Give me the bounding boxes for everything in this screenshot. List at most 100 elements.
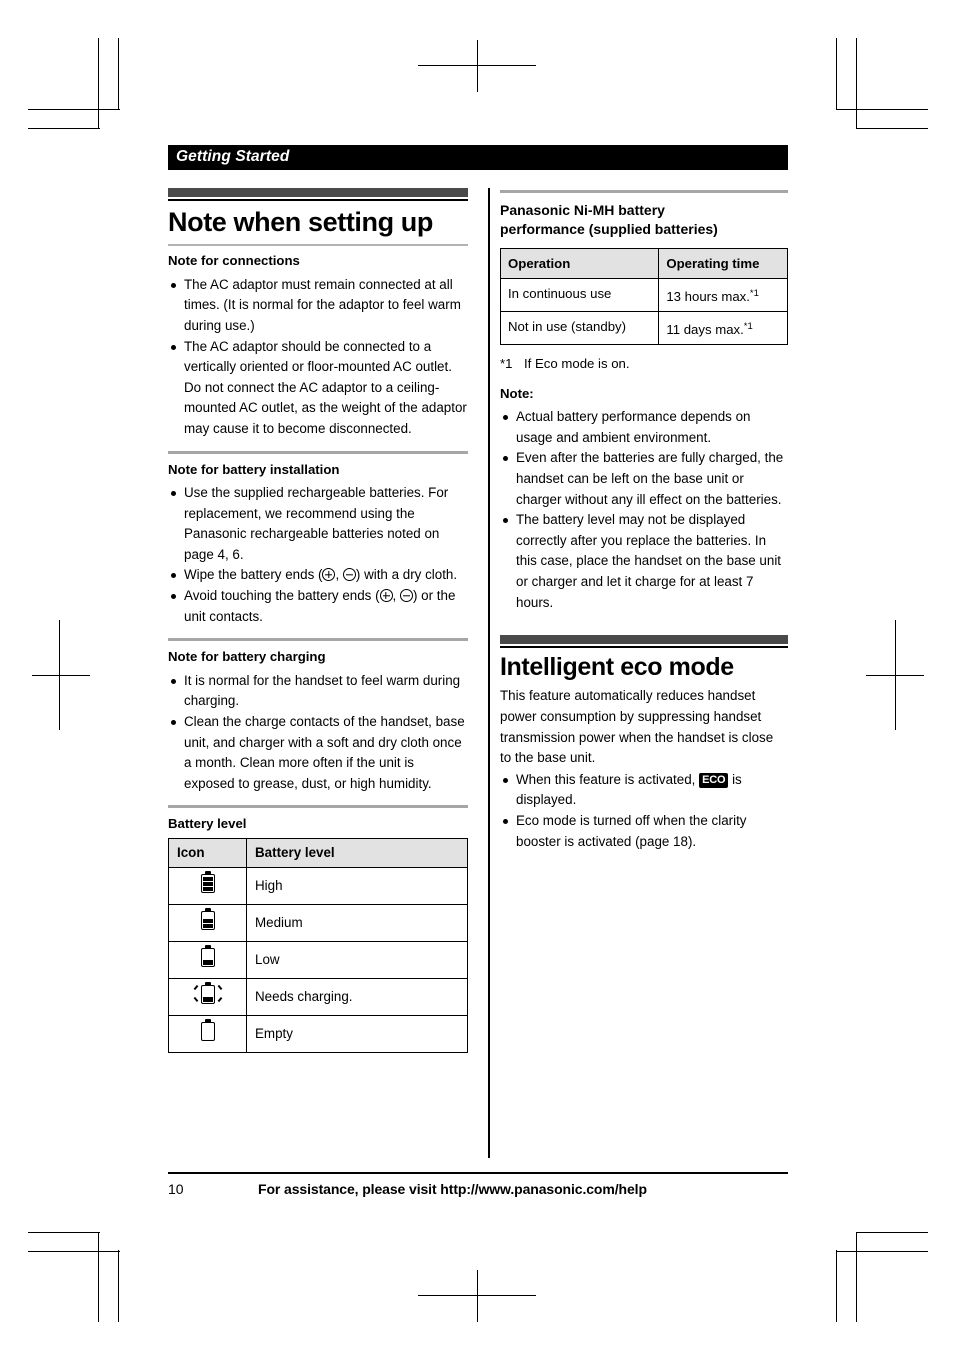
column-gap xyxy=(468,188,488,1158)
operating-time-value: 11 days max. xyxy=(666,321,744,337)
eco-chapter-banner-bar xyxy=(500,635,788,645)
battery-performance-heading-line1: Panasonic Ni-MH battery xyxy=(500,202,665,218)
battery-level-label: Medium xyxy=(246,903,468,942)
battery-level-table: Icon Battery level High Medium Low Needs… xyxy=(168,837,468,1053)
right-column: Panasonic Ni-MH battery performance (sup… xyxy=(490,188,788,1158)
list-item: The battery level may not be displayed c… xyxy=(500,510,788,613)
table-row: Needs charging. xyxy=(168,977,468,1016)
note-heading: Note: xyxy=(500,385,534,401)
footer-row: 10 For assistance, please visit http://w… xyxy=(168,1174,788,1197)
battery-low-cell xyxy=(168,940,247,979)
section-heading-battery-charging: Note for battery charging xyxy=(168,649,326,665)
eco-mode-title: Intelligent eco mode xyxy=(500,653,734,682)
footnote-reference: *1 xyxy=(749,287,759,299)
eco-badge-icon: ECO xyxy=(699,772,729,788)
avoid-text-pre: Avoid touching the battery ends ( xyxy=(184,588,380,604)
operating-time-cell: 11 days max.*1 xyxy=(658,310,788,345)
list-item: Use the supplied rechargeable batteries.… xyxy=(168,483,468,565)
battery-empty-icon xyxy=(191,1018,225,1043)
footnote-tag: *1 xyxy=(500,355,513,371)
list-item: The AC adaptor must remain connected at … xyxy=(168,275,468,337)
list-item: Avoid touching the battery ends (, ) or … xyxy=(168,586,468,627)
running-head: Getting Started xyxy=(168,145,788,168)
left-column: Note when setting up Note for connection… xyxy=(168,188,468,1158)
section-heading-battery-installation: Note for battery installation xyxy=(168,461,340,477)
list-item: Clean the charge contacts of the handset… xyxy=(168,712,468,794)
section-divider xyxy=(168,638,468,642)
section-heading-battery-level: Battery level xyxy=(168,816,247,832)
plus-terminal-icon xyxy=(379,589,393,603)
section-divider xyxy=(168,805,468,809)
avoid-text-mid: , xyxy=(392,588,400,604)
list-item: Actual battery performance depends on us… xyxy=(500,407,788,448)
two-column-layout: Note when setting up Note for connection… xyxy=(168,188,788,1158)
table-row: Low xyxy=(168,940,468,979)
battery-performance-table: Operation Operating time In continuous u… xyxy=(499,247,788,345)
chapter-banner-bar xyxy=(168,188,468,197)
eco-mode-intro: This feature automatically reduces hands… xyxy=(500,688,774,766)
battery-empty-cell xyxy=(168,1014,247,1053)
table-row: In continuous use 13 hours max.*1 xyxy=(499,277,788,312)
column-header-battery-level: Battery level xyxy=(246,837,468,868)
battery-low-icon xyxy=(191,944,225,969)
page-footer: 10 For assistance, please visit http://w… xyxy=(168,1172,788,1197)
column-header-icon: Icon xyxy=(168,837,247,868)
eco-chapter-banner-rule xyxy=(500,646,788,649)
wipe-text-mid: , xyxy=(335,567,343,583)
list-item: Eco mode is turned off when the clarity … xyxy=(500,811,788,852)
table-footnote: *1 If Eco mode is on. xyxy=(500,354,788,373)
running-head-rule xyxy=(168,168,788,170)
battery-medium-cell xyxy=(168,903,247,942)
table-row: Not in use (standby) 11 days max.*1 xyxy=(499,310,788,345)
table-row: Medium xyxy=(168,903,468,942)
section-divider xyxy=(168,450,468,454)
section-divider xyxy=(500,190,788,193)
battery-needs-charging-cell xyxy=(168,977,247,1016)
table-row: High xyxy=(168,866,468,905)
list-item: It is normal for the handset to feel war… xyxy=(168,671,468,712)
eco-mode-bullet-list: When this feature is activated, ECO is d… xyxy=(500,770,788,852)
battery-level-label: Low xyxy=(246,940,468,979)
wipe-text-pre: Wipe the battery ends ( xyxy=(184,567,323,583)
battery-high-cell xyxy=(168,866,247,905)
table-header-row: Icon Battery level xyxy=(168,837,468,868)
battery-needs-charging-icon xyxy=(191,981,225,1006)
list-item: Wipe the battery ends (, ) with a dry cl… xyxy=(168,565,468,586)
list-item: When this feature is activated, ECO is d… xyxy=(500,770,788,811)
wipe-text-post: ) with a dry cloth. xyxy=(355,567,458,583)
eco-bullet-pre: When this feature is activated, xyxy=(516,771,700,787)
table-header-row: Operation Operating time xyxy=(499,247,788,279)
section-heading-connections: Note for connections xyxy=(168,253,300,269)
battery-level-label: Empty xyxy=(246,1014,468,1053)
footnote-text: If Eco mode is on. xyxy=(524,355,630,371)
column-header-operation: Operation xyxy=(499,247,660,279)
minus-terminal-icon xyxy=(342,568,356,582)
battery-level-label: Needs charging. xyxy=(246,977,468,1016)
operating-time-cell: 13 hours max.*1 xyxy=(658,277,788,312)
assistance-text: For assistance, please visit http://www.… xyxy=(258,1180,647,1197)
section-heading-battery-performance: Panasonic Ni-MH battery performance (sup… xyxy=(500,201,788,239)
chapter-title-rule xyxy=(168,244,468,247)
connections-bullet-list: The AC adaptor must remain connected at … xyxy=(168,275,468,440)
plus-terminal-icon xyxy=(322,568,336,582)
battery-high-icon xyxy=(191,870,225,895)
minus-terminal-icon xyxy=(399,589,413,603)
battery-performance-heading-line2: performance (supplied batteries) xyxy=(500,220,718,237)
column-header-operating-time: Operating time xyxy=(658,247,788,279)
list-item: The AC adaptor should be connected to a … xyxy=(168,337,468,440)
list-item: Even after the batteries are fully charg… xyxy=(500,448,788,510)
page-number: 10 xyxy=(168,1180,184,1197)
page-content: Getting Started Note when setting up Not… xyxy=(168,145,788,1210)
battery-installation-bullet-list: Use the supplied rechargeable batteries.… xyxy=(168,483,468,627)
operation-cell: Not in use (standby) xyxy=(499,310,660,345)
battery-medium-icon xyxy=(191,907,225,932)
table-row: Empty xyxy=(168,1014,468,1053)
operation-cell: In continuous use xyxy=(499,277,660,312)
battery-charging-bullet-list: It is normal for the handset to feel war… xyxy=(168,671,468,795)
page-title: Note when setting up xyxy=(168,207,433,237)
operating-time-value: 13 hours max. xyxy=(666,288,750,304)
chapter-banner-rule xyxy=(168,199,468,201)
footnote-reference: *1 xyxy=(743,320,753,332)
note-bullet-list: Actual battery performance depends on us… xyxy=(500,407,788,613)
battery-level-label: High xyxy=(246,866,468,905)
